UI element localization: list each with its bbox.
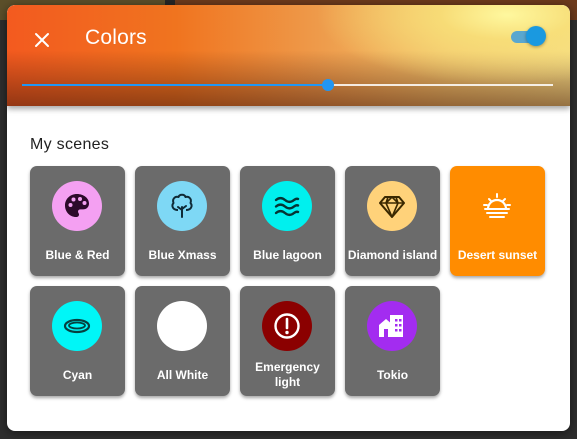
scene-label: All White	[156, 367, 209, 382]
waves-icon	[274, 196, 300, 217]
scene-label: Desert sunset	[457, 247, 538, 262]
scenes-grid: Blue & Red Blue Xmass Blue lagoon Diamon…	[30, 166, 552, 396]
scene-icon-circle	[262, 181, 312, 231]
scene-tile[interactable]: Blue & Red	[30, 166, 125, 276]
scene-icon-circle	[262, 301, 312, 351]
scene-icon-circle	[157, 181, 207, 231]
scene-tile[interactable]: Diamond island	[345, 166, 440, 276]
scene-label: Blue lagoon	[253, 247, 322, 262]
scene-label: Blue & Red	[45, 247, 110, 262]
blank-icon	[166, 310, 198, 342]
scene-label: Emergency light	[255, 360, 320, 389]
scene-tile[interactable]: Blue Xmass	[135, 166, 230, 276]
brightness-slider[interactable]	[22, 77, 553, 93]
scene-label: Diamond island	[347, 247, 438, 262]
scene-icon-circle	[157, 301, 207, 351]
dialog-header: Colors	[7, 5, 570, 106]
scene-icon-circle	[52, 301, 102, 351]
slider-thumb[interactable]	[322, 79, 335, 91]
scene-label: Tokio	[376, 367, 409, 382]
scene-label: Blue Xmass	[148, 247, 217, 262]
close-button[interactable]	[29, 27, 55, 53]
scene-tile[interactable]: Emergency light	[240, 286, 335, 396]
diamond-icon	[379, 196, 405, 218]
scene-icon-circle	[367, 181, 417, 231]
power-toggle[interactable]	[510, 26, 548, 48]
scene-tile[interactable]: Blue lagoon	[240, 166, 335, 276]
palette-icon	[65, 194, 89, 217]
close-icon	[35, 33, 49, 47]
scene-icon-circle	[472, 181, 522, 231]
section-title-my-scenes: My scenes	[30, 136, 110, 153]
slider-fill	[22, 84, 329, 86]
colors-dialog: Colors My scenes Blue & Red Blue Xmass B…	[7, 5, 570, 431]
tree-icon	[171, 193, 193, 218]
scene-tile[interactable]: Tokio	[345, 286, 440, 396]
scene-tile[interactable]: Desert sunset	[450, 166, 545, 276]
sunset-icon	[483, 193, 511, 218]
ellipse-icon	[63, 318, 91, 334]
city-icon	[379, 315, 403, 337]
dialog-title: Colors	[85, 26, 147, 49]
alert-icon	[274, 313, 300, 339]
scene-tile[interactable]: Cyan	[30, 286, 125, 396]
scene-icon-circle	[367, 301, 417, 351]
scene-icon-circle	[52, 181, 102, 231]
scene-label: Cyan	[62, 367, 93, 382]
scene-tile[interactable]: All White	[135, 286, 230, 396]
toggle-knob	[526, 26, 546, 46]
